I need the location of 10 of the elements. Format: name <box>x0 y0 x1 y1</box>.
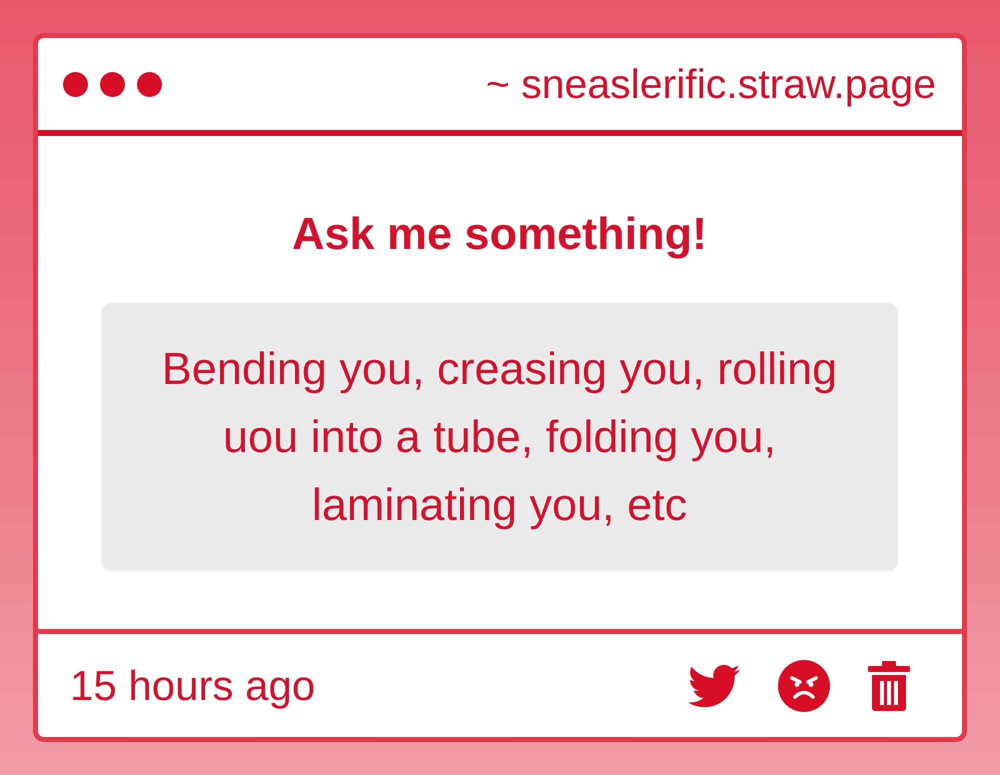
timestamp: 15 hours ago <box>70 662 316 710</box>
window-dot-icon <box>137 72 162 96</box>
question-text: Bending you, creasing you, rolling uou into a tube, folding you, laminating you, etc <box>160 342 838 532</box>
trash-icon[interactable] <box>868 660 910 710</box>
url-text: ~ sneaslerific.straw.page <box>486 60 936 108</box>
angry-face-icon[interactable] <box>778 660 830 712</box>
prompt-title: Ask me something! <box>290 208 708 260</box>
bird-icon[interactable] <box>688 664 740 708</box>
window-dot-icon <box>100 72 125 96</box>
window-dot-icon <box>63 72 88 96</box>
